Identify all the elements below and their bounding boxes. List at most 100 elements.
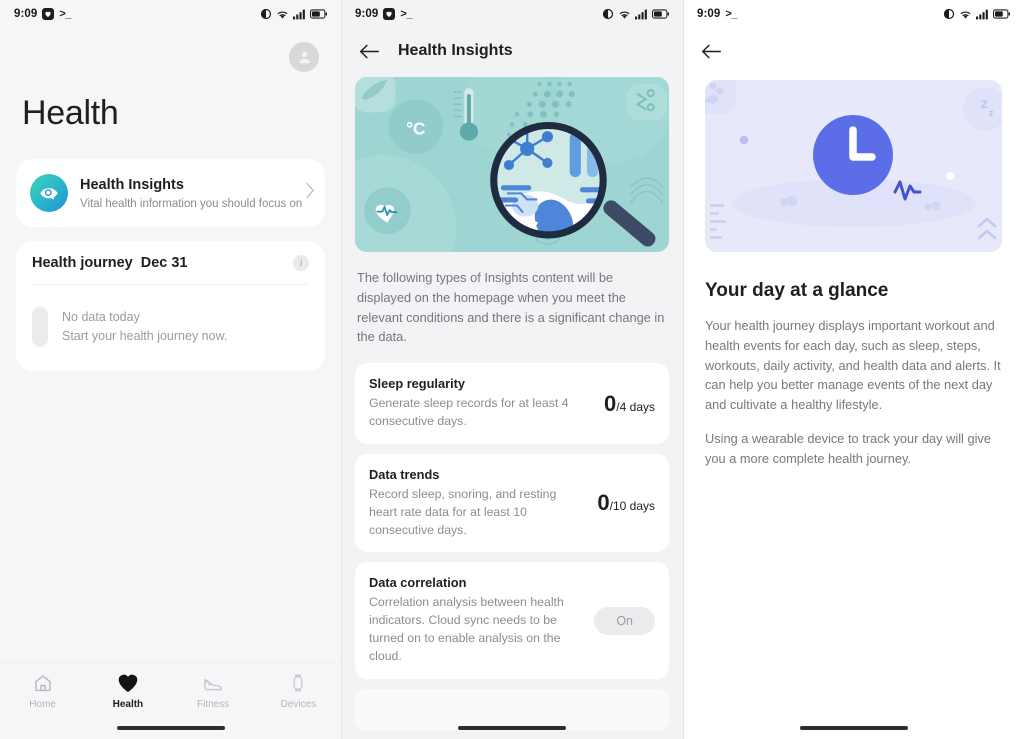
nav-label-fitness: Fitness [197,699,230,710]
health-journey-header: Health journey Dec 31 i [32,255,309,271]
svg-text:Z: Z [981,99,988,111]
gesture-bar[interactable] [799,726,908,730]
gesture-bar[interactable] [458,726,566,730]
chevron-right-icon [306,182,315,204]
status-time: 9:09 [355,8,379,20]
status-bar: 9:09 >_ [341,0,683,28]
home-icon [34,675,51,692]
metric-unit: /4 days [616,399,655,414]
metric-value: 0 [597,490,610,516]
home-card-list: Health Insights Vital health information… [0,159,341,371]
insight-item-metric: 0/10 days [597,490,655,516]
status-bar-right [943,8,1010,20]
health-insights-card[interactable]: Health Insights Vital health information… [16,159,325,227]
insights-item-list: Sleep regularity Generate sleep records … [341,363,683,731]
health-insights-magnifier-icon [30,174,68,212]
signal-icon [976,9,988,19]
signal-icon [635,9,647,19]
terminal-icon: >_ [59,8,71,20]
dnd-icon [260,8,272,20]
back-arrow-icon[interactable] [359,43,380,60]
app-bar-title: Health Insights [398,42,513,59]
battery-icon [310,9,327,19]
insight-item-title: Sleep regularity [369,376,466,392]
svg-text:°C: °C [406,119,425,139]
status-time: 9:09 [697,8,721,20]
health-journey-empty-state: No data today Start your health journey … [32,307,309,347]
insight-item-metric: 0/4 days [604,391,655,417]
insight-item-title: Data correlation [369,575,467,591]
nav-label-devices: Devices [280,699,317,710]
health-journey-card[interactable]: Health journey Dec 31 i No data today St… [16,241,325,371]
nav-item-devices[interactable]: Devices [256,673,341,739]
info-icon[interactable]: i [293,255,309,271]
screen-day-at-a-glance: 9:09 >_ Z z Your day at a glance Your he… [683,0,1024,739]
nav-label-health: Health [112,699,144,710]
health-journey-title: Health journey [32,255,133,271]
screen-health-home: 9:09 >_ Health Health Insights Vital hea… [0,0,341,739]
page-title: Health [22,94,119,132]
insights-description: The following types of Insights content … [357,270,665,345]
gesture-bar[interactable] [116,726,225,730]
status-time: 9:09 [14,8,38,20]
insight-item-desc: Record sleep, snoring, and resting heart… [369,486,557,537]
glance-paragraph-1: Your health journey displays important w… [705,318,1001,413]
insight-item-partial[interactable] [355,688,669,731]
health-data-magnifier-illustration: °C [355,77,669,252]
app-bar [683,28,1024,74]
insight-item-data-correlation[interactable]: Data correlation Correlation analysis be… [355,562,669,679]
glance-paragraph-2: Using a wearable device to track your da… [705,431,991,466]
metric-unit: /10 days [609,499,655,514]
status-bar-right [260,8,327,20]
shoe-icon [204,679,223,691]
empty-title: No data today [62,310,140,325]
empty-subtitle: Start your health journey now. [62,329,228,343]
panel-divider [341,0,342,739]
screen-health-insights: 9:09 >_ Health Insights °C The following… [341,0,683,739]
nav-label-home: Home [29,699,56,710]
app-bar: Health Insights [341,28,683,74]
watch-icon [293,674,303,692]
status-bar: 9:09 >_ [0,0,341,28]
insight-item-title: Data trends [369,466,440,482]
insight-item-text: Data trends Record sleep, snoring, and r… [369,467,587,539]
battery-icon [993,9,1010,19]
terminal-icon: >_ [725,8,737,20]
wifi-icon [960,11,971,19]
placeholder-bar [32,307,48,347]
health-journey-date: Dec 31 [140,255,188,271]
insight-item-text: Sleep regularity Generate sleep records … [369,376,594,431]
health-insights-text: Health Insights Vital health information… [80,176,315,209]
back-arrow-icon[interactable] [701,43,722,60]
home-header: Health [0,28,341,133]
bottom-navigation: Home Health Fitness Devices [0,662,341,739]
dnd-icon [943,8,955,20]
insight-item-text: Data correlation Correlation analysis be… [369,575,584,665]
divider [32,284,309,285]
nav-item-home[interactable]: Home [0,673,85,739]
health-insights-title: Health Insights [80,177,184,194]
insight-item-data-trends[interactable]: Data trends Record sleep, snoring, and r… [355,453,669,553]
wifi-icon [619,11,630,19]
insight-item-desc: Generate sleep records for at least 4 co… [369,396,569,429]
health-insights-subtitle: Vital health information you should focu… [80,197,303,210]
clock-day-illustration: Z z [705,80,1002,252]
dnd-icon [602,8,614,20]
heart-icon [118,674,138,693]
svg-text:z: z [989,108,994,118]
health-journey-empty-text: No data today Start your health journey … [62,308,227,346]
user-avatar-icon [298,51,310,63]
panel-divider [683,0,684,739]
heart-badge-icon [383,8,396,20]
three-screen-comparison: 9:09 >_ Health Health Insights Vital hea… [0,0,1024,739]
metric-value: 0 [604,390,617,416]
status-bar-left: 9:09 >_ [697,8,737,20]
terminal-icon: >_ [400,8,412,20]
cloud-sync-on-button[interactable]: On [594,606,655,635]
status-bar-left: 9:09 >_ [14,8,71,20]
heart-badge-icon [42,8,55,20]
wifi-icon [277,11,288,19]
insight-item-sleep-regularity[interactable]: Sleep regularity Generate sleep records … [355,363,669,444]
avatar[interactable] [289,42,319,72]
signal-icon [293,9,305,19]
